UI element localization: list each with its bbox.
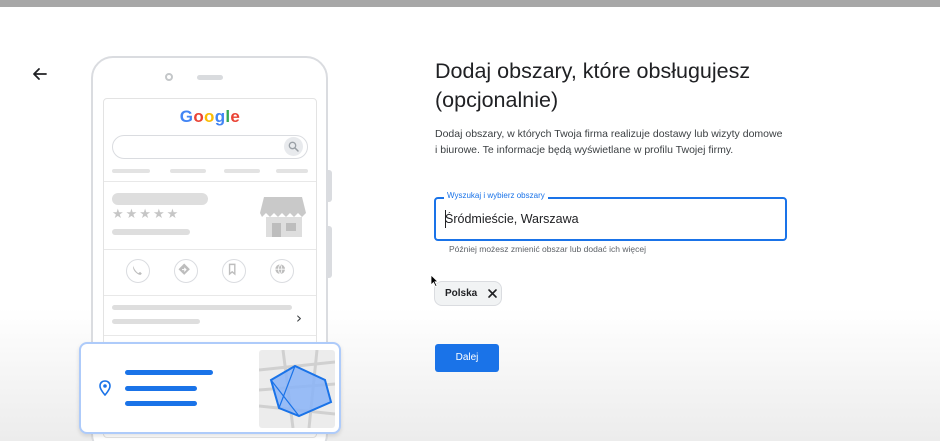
mouse-cursor-icon: [430, 274, 439, 287]
back-arrow-icon[interactable]: [30, 64, 50, 84]
mock-divider: [104, 335, 316, 336]
top-divider: [0, 0, 940, 7]
mock-search-bar: [112, 135, 308, 159]
card-text-line: [125, 401, 197, 406]
google-logo: Google: [104, 107, 316, 127]
page-title-line: Dodaj obszary, które obsługujesz: [435, 59, 751, 83]
mock-text-line: [112, 319, 200, 324]
save-icon: [222, 259, 246, 283]
area-search-label: Wyszukaj i wybierz obszary: [444, 191, 548, 200]
area-search-input[interactable]: [445, 209, 765, 229]
phone-camera: [165, 73, 173, 81]
website-icon: [270, 259, 294, 283]
chevron-right-icon: ›: [296, 309, 302, 327]
service-area-card-illustration: [79, 342, 341, 434]
helper-text: Później możesz zmienić obszar lub dodać …: [449, 244, 647, 254]
mock-tab-line: [224, 169, 260, 173]
mock-text-line: [112, 305, 292, 310]
area-chip: Polska: [434, 281, 502, 306]
page-title-line: (opcjonalnie): [435, 88, 559, 112]
card-text-line: [125, 370, 213, 375]
text-caret: [445, 210, 446, 228]
card-text-line: [125, 386, 197, 391]
mock-divider: [104, 181, 316, 182]
close-icon[interactable]: [487, 288, 498, 299]
page-description: Dodaj obszary, w których Twoja firma rea…: [435, 128, 783, 156]
logo-letter: o: [193, 107, 205, 126]
logo-letter: o: [204, 107, 215, 126]
directions-icon: [174, 259, 198, 283]
location-pin-icon: [99, 380, 111, 396]
mock-tab-line: [276, 169, 308, 173]
page-title: Dodaj obszary, które obsługujesz (opcjon…: [435, 57, 815, 115]
search-icon: [284, 137, 303, 156]
logo-letter: G: [179, 107, 194, 126]
phone-side-button: [328, 226, 332, 278]
mock-tab-line: [170, 169, 206, 173]
mock-divider: [104, 295, 316, 296]
logo-letter: e: [230, 107, 241, 126]
mock-text-line: [112, 229, 190, 235]
phone-side-button: [328, 170, 332, 202]
area-search-field[interactable]: Wyszukaj i wybierz obszary: [434, 191, 787, 241]
map-icon: [259, 350, 335, 428]
mock-business-name: [112, 193, 208, 205]
rating-stars: ★★★★★: [112, 207, 181, 222]
store-icon: [260, 197, 306, 237]
mock-tab-line: [112, 169, 150, 173]
mock-divider: [104, 249, 316, 250]
phone-icon: [126, 259, 150, 283]
phone-speaker: [197, 75, 223, 80]
area-chip-label: Polska: [445, 288, 478, 299]
next-button[interactable]: Dalej: [435, 344, 499, 372]
logo-letter: g: [214, 107, 226, 126]
